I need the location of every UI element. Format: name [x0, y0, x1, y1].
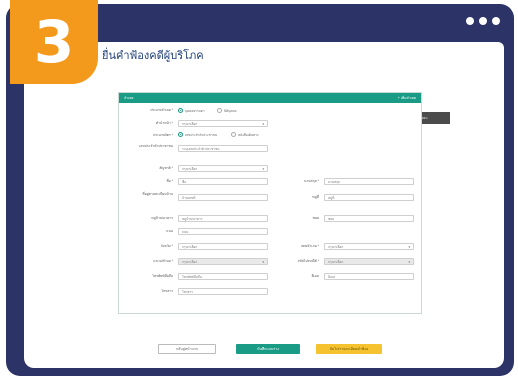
- nationality-select[interactable]: กรุณาเลือก ▾: [178, 165, 268, 172]
- form-row-phone: โทรศัพท์มือถือ โทรศัพท์มือถือ อีเมล อีเม…: [119, 273, 421, 283]
- defendant-panel: จำเลย + เพิ่มจำเลย ประเภทจำเลย * บุคคลธร…: [118, 92, 422, 314]
- nationality-select-value: กรุณาเลือก: [182, 167, 198, 171]
- window-menu-icon[interactable]: [466, 17, 500, 25]
- radio-passport-label: หนังสือเดินทาง: [238, 133, 259, 137]
- district-select-value: กรุณาเลือก: [328, 245, 344, 249]
- form-row-province: จังหวัด * กรุณาเลือก เขต/อำเภอ * กรุณาเล…: [119, 243, 421, 253]
- prefix-label: คำนำหน้า *: [155, 121, 173, 125]
- address-input[interactable]: บ้านเลขที่: [178, 194, 268, 201]
- soi-input[interactable]: ซอย: [324, 215, 414, 222]
- radio-citizen-id-label: เลขประจำตัวประชาชน: [185, 133, 217, 137]
- dot-icon: [492, 17, 500, 25]
- first-name-label: ชื่อ *: [166, 179, 173, 183]
- form-row-fax: โทรสาร โทรสาร: [119, 288, 421, 298]
- province-select[interactable]: กรุณาเลือก: [178, 243, 268, 250]
- chevron-down-icon: ▾: [408, 245, 410, 249]
- phone-input[interactable]: โทรศัพท์มือถือ: [178, 273, 268, 280]
- form-row-address: ที่อยู่ตามทะเบียนบ้าน บ้านเลขที่ หมู่ที่…: [119, 192, 421, 208]
- province-select-value: กรุณาเลือก: [182, 245, 198, 249]
- fax-input[interactable]: โทรสาร: [178, 288, 268, 295]
- road-label: ถนน: [166, 229, 173, 233]
- panel-title: จำเลย: [124, 96, 134, 100]
- chevron-down-icon: ▾: [262, 260, 264, 264]
- district-label: เขต/อำเภอ *: [300, 244, 319, 248]
- form-row-village: หมู่บ้าน/อาคาร หมู่บ้าน/อาคาร ซอย ซอย: [119, 215, 421, 225]
- subdistrict-select[interactable]: กรุณาเลือก ▾: [178, 258, 268, 265]
- prefix-select[interactable]: กรุณาเลือก ▾: [178, 120, 268, 127]
- nationality-label: สัญชาติ *: [159, 166, 173, 170]
- moo-input[interactable]: หมู่ที่: [324, 194, 414, 201]
- radio-citizen-id[interactable]: [178, 132, 183, 137]
- form-row-defendant-type: ประเภทจำเลย * บุคคลธรรมดา นิติบุคคล: [119, 108, 421, 118]
- last-name-input[interactable]: นามสกุล: [324, 178, 414, 185]
- road-input[interactable]: ถนน: [178, 228, 268, 235]
- chevron-down-icon: ▾: [408, 260, 410, 264]
- postcode-select[interactable]: กรุณาเลือก ▾: [324, 258, 414, 265]
- defendant-type-label: ประเภทจำเลย *: [150, 108, 173, 112]
- chevron-down-icon: ▾: [262, 122, 264, 126]
- id-number-input[interactable]: ระบุเลขประจำตัวประชาชน: [178, 145, 268, 152]
- email-label: อีเมล: [311, 274, 319, 278]
- fax-label: โทรสาร: [161, 289, 173, 293]
- form-row-road: ถนน ถนน: [119, 228, 421, 238]
- prefix-select-value: กรุณาเลือก: [182, 122, 198, 126]
- radio-individual[interactable]: [178, 108, 183, 113]
- radio-individual-label: บุคคลธรรมดา: [185, 109, 205, 113]
- back-to-home-button[interactable]: กลับสู่หน้าแรก: [158, 344, 216, 354]
- email-input[interactable]: อีเมล: [324, 273, 414, 280]
- subdistrict-select-value: กรุณาเลือก: [182, 260, 198, 264]
- form-row-subdistrict: แขวง/ตำบล * กรุณาเลือก ▾ รหัสไปรษณีย์ * …: [119, 258, 421, 268]
- postcode-label: รหัสไปรษณีย์ *: [297, 259, 319, 263]
- form-row-name: ชื่อ * ชื่อ นามสกุล * นามสกุล: [119, 178, 421, 188]
- chevron-down-icon: ▾: [262, 167, 264, 171]
- form-row-id-number: เลขประจำตัวประชาชน ระบุเลขประจำตัวประชาช…: [119, 144, 421, 158]
- village-input[interactable]: หมู่บ้าน/อาคาร: [178, 215, 268, 222]
- moo-label: หมู่ที่: [312, 195, 319, 199]
- soi-label: ซอย: [312, 216, 319, 220]
- panel-header: จำเลย + เพิ่มจำเลย: [119, 93, 421, 103]
- add-defendant-button[interactable]: + เพิ่มจำเลย: [398, 95, 416, 101]
- radio-juristic-label: นิติบุคคล: [224, 109, 237, 113]
- page-title: ยื่นคำฟ้องคดีผู้บริโภค: [102, 49, 204, 62]
- province-label: จังหวัด *: [160, 244, 173, 248]
- district-select[interactable]: กรุณาเลือก ▾: [324, 243, 414, 250]
- step-number: 3: [33, 8, 75, 76]
- id-number-label: เลขประจำตัวประชาชน: [139, 144, 173, 148]
- first-name-input[interactable]: ชื่อ: [178, 178, 268, 185]
- form-row-id-type: ประเภทบัตร * เลขประจำตัวประชาชน หนังสือเ…: [119, 132, 421, 142]
- form-row-nationality: สัญชาติ * กรุณาเลือก ▾: [119, 165, 421, 175]
- next-step-button[interactable]: ถัดไป/รายละเอียดคำฟ้อง: [316, 344, 382, 354]
- id-type-label: ประเภทบัตร *: [153, 133, 173, 137]
- radio-juristic[interactable]: [217, 108, 222, 113]
- phone-label: โทรศัพท์มือถือ: [152, 274, 173, 278]
- step-number-badge: 3: [10, 0, 98, 84]
- dot-icon: [466, 17, 474, 25]
- dot-icon: [479, 17, 487, 25]
- postcode-select-value: กรุณาเลือก: [328, 260, 344, 264]
- radio-passport[interactable]: [231, 132, 236, 137]
- form-row-prefix: คำนำหน้า * กรุณาเลือก ▾: [119, 120, 421, 130]
- village-label: หมู่บ้าน/อาคาร: [151, 216, 173, 220]
- save-draft-button[interactable]: บันทึกแบบร่าง: [236, 344, 300, 354]
- subdistrict-label: แขวง/ตำบล *: [153, 259, 173, 263]
- last-name-label: นามสกุล *: [304, 179, 319, 183]
- address-label: ที่อยู่ตามทะเบียนบ้าน: [142, 192, 173, 196]
